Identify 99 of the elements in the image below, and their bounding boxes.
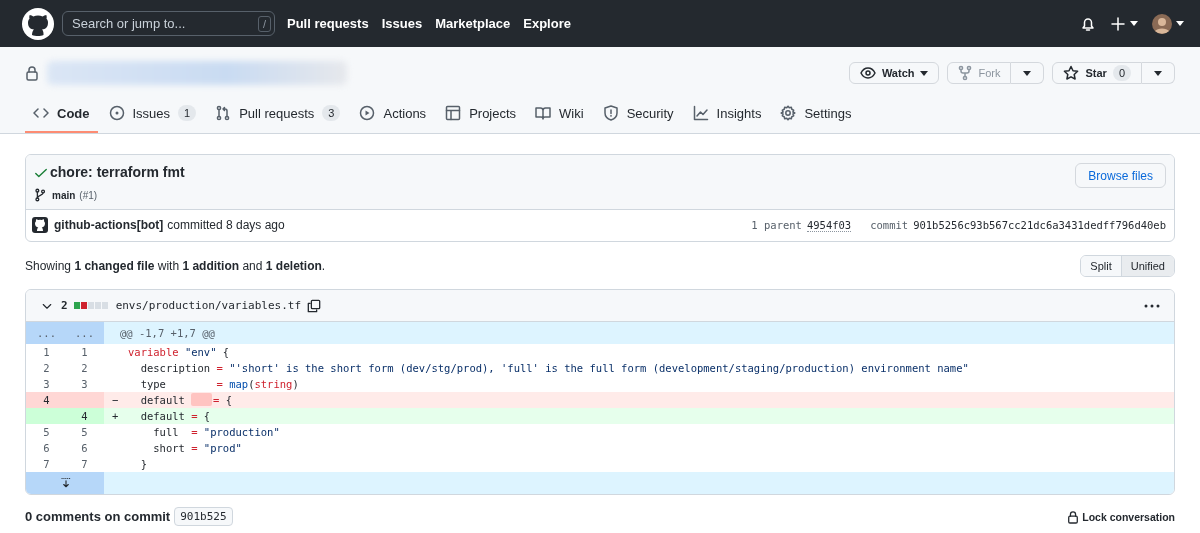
avatar-icon: [1152, 13, 1172, 34]
branch-icon: [34, 188, 46, 202]
browse-files-button[interactable]: Browse files: [1075, 163, 1166, 188]
lock-icon: [1067, 509, 1080, 524]
star-icon: [1063, 65, 1080, 81]
tab-counter: 3: [322, 105, 341, 121]
repo-tab[interactable]: Insights: [684, 97, 770, 133]
repo-tab[interactable]: Actions: [351, 97, 435, 133]
commit-title: chore: terraform fmt: [50, 163, 185, 180]
line-number: 4: [26, 392, 65, 408]
shortcut-key: /: [257, 16, 271, 32]
fork-icon: [958, 65, 973, 81]
gutter-cell: [65, 392, 104, 408]
lock-conversation-link[interactable]: Lock conversation: [1067, 509, 1175, 524]
tab-counter: 1: [178, 105, 197, 121]
repo-tab[interactable]: Security: [594, 97, 682, 133]
octocat-logo-icon[interactable]: [22, 7, 54, 40]
line-number: 2: [42, 361, 51, 376]
expand-lines-button[interactable]: ...: [65, 322, 104, 344]
code-line: }: [139, 457, 147, 472]
commit-sha: 901b5256c93b567cc21dc6a3431dedff796d40eb: [913, 218, 1166, 232]
shield-icon: [602, 105, 619, 121]
book-icon: [535, 105, 552, 121]
line-number: 3: [42, 377, 51, 392]
diff-sign: −: [112, 393, 120, 408]
watch-button[interactable]: Watch: [848, 62, 940, 84]
code-line: default = {: [139, 392, 233, 408]
circle-dot-icon: [108, 105, 125, 121]
caret-icon: [1176, 21, 1184, 26]
view-mode-button[interactable]: Unified: [1120, 256, 1174, 276]
nav-link[interactable]: Marketplace: [435, 16, 511, 31]
gutter-cell: [26, 408, 65, 424]
repo-tab[interactable]: Pull requests 3: [207, 97, 349, 133]
caret-icon: [1130, 21, 1138, 26]
nav-link[interactable]: Issues: [381, 16, 423, 31]
nav-link[interactable]: Explore: [523, 16, 571, 31]
line-graph-icon: [692, 105, 709, 121]
commit-time: committed 8 days ago: [167, 218, 285, 232]
code-brackets-icon: [33, 105, 49, 121]
pull-request-link[interactable]: (#1): [79, 189, 98, 201]
repo-tab[interactable]: Issues 1: [100, 97, 205, 133]
file-path-link[interactable]: envs/production/variables.tf: [115, 299, 302, 312]
comments-heading: 0 comments on commit: [25, 509, 171, 524]
profile-menu[interactable]: [1152, 13, 1184, 34]
line-number: 6: [80, 441, 89, 456]
diffstat-bar: [73, 302, 108, 309]
code-line: type = map(string): [139, 377, 299, 392]
diff-summary: Showing 1 changed file with 1 addition and 1 deletion.: [25, 259, 326, 273]
star-menu-button[interactable]: [1142, 62, 1175, 84]
repo-tab[interactable]: Projects: [437, 97, 525, 133]
code-line: short = "prod": [152, 441, 242, 456]
line-number: 6: [42, 441, 51, 456]
bell-icon[interactable]: [1080, 15, 1096, 32]
diff-sign: +: [112, 409, 120, 424]
code-line: variable "env" {: [127, 345, 230, 360]
code-line: full = "production": [152, 425, 280, 440]
gear-icon: [780, 105, 797, 121]
fork-menu-button[interactable]: [1011, 62, 1045, 84]
line-number: 4: [65, 408, 104, 424]
parent-label: 1 parent: [751, 218, 802, 232]
create-menu[interactable]: [1110, 15, 1138, 32]
parent-sha-link[interactable]: 4954f03: [806, 218, 852, 232]
repo-tab[interactable]: Settings: [772, 97, 860, 133]
repo-tab[interactable]: Code: [25, 97, 98, 133]
code-line: default = {: [139, 409, 211, 424]
caret-icon: [920, 70, 929, 76]
hunk-header: @@ -1,7 +1,7 @@: [104, 322, 1174, 344]
lock-icon: [25, 65, 39, 81]
copy-icon[interactable]: [307, 298, 322, 313]
caret-icon: [1023, 70, 1032, 76]
kebab-menu-icon[interactable]: [1144, 303, 1160, 308]
star-count: 0: [1112, 65, 1131, 81]
play-circle-icon: [359, 105, 376, 121]
commit-label: commit: [870, 218, 909, 232]
plus-icon: [1110, 15, 1126, 32]
line-number: 7: [42, 457, 51, 472]
expand-down-icon[interactable]: [60, 477, 72, 489]
code-line: description = "'short' is the short form (dev/stg/prod), 'full' is the full form (development/staging/production) environment name": [139, 361, 969, 376]
bot-avatar-icon: [32, 217, 48, 233]
line-number: 2: [80, 361, 89, 376]
line-number: 5: [42, 425, 51, 440]
table-icon: [445, 105, 462, 121]
star-button[interactable]: Star 0: [1052, 62, 1142, 84]
line-number: 3: [80, 377, 89, 392]
line-number: 7: [80, 457, 89, 472]
repo-tab[interactable]: Wiki: [527, 97, 592, 133]
caret-icon: [1154, 70, 1162, 76]
pull-request-icon: [215, 105, 232, 121]
eye-icon: [859, 65, 876, 81]
commit-sha-chip: 901b525: [174, 507, 233, 526]
branch-link[interactable]: main: [52, 189, 76, 201]
line-number: 1: [42, 345, 51, 360]
line-number: 1: [80, 345, 89, 360]
view-mode-button[interactable]: Split: [1081, 256, 1121, 276]
author-link[interactable]: github-actions[bot]: [54, 218, 164, 232]
line-number: 5: [80, 425, 89, 440]
nav-link[interactable]: Pull requests: [287, 16, 369, 31]
change-count: 2: [61, 299, 68, 312]
expand-lines-button[interactable]: ...: [26, 322, 65, 344]
